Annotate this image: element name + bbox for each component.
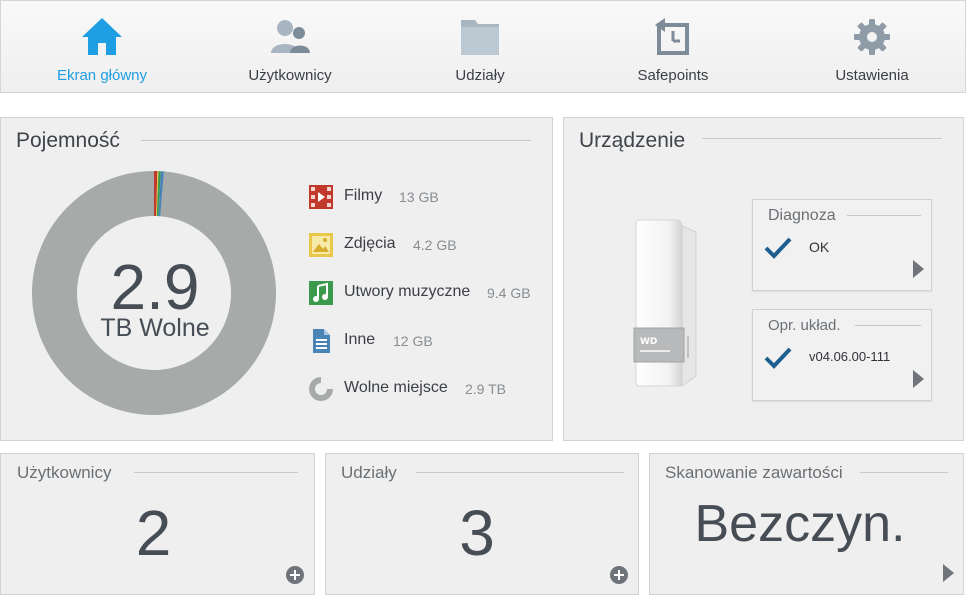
shares-title: Udziały: [341, 463, 397, 482]
users-icon: [271, 20, 310, 53]
device-title: Urządzenie: [579, 129, 686, 152]
check-icon: [764, 347, 792, 369]
legend-value: 13 GB: [399, 189, 439, 205]
content-scan-panel: Skanowanie zawartości Bezczyn.: [649, 453, 964, 595]
capacity-title: Pojemność: [16, 129, 120, 152]
diagnosis-arrow-icon[interactable]: [913, 260, 924, 278]
free-space-icon: [309, 377, 333, 401]
users-count: 2: [135, 497, 172, 569]
firmware-title: Opr. układ.: [768, 317, 841, 334]
scan-title: Skanowanie zawartości: [665, 463, 843, 482]
diagnosis-title: Diagnoza: [768, 207, 836, 224]
add-user-button[interactable]: [286, 566, 304, 584]
nav-item-settings[interactable]: Ustawienia: [777, 1, 967, 94]
device-panel: Urządzenie WD Diagnoza OK Opr. układ. v0…: [563, 117, 964, 441]
nav-item-home[interactable]: Ekran główny: [7, 1, 197, 94]
shares-count: 3: [459, 497, 495, 569]
nav-item-safepoints[interactable]: Safepoints: [578, 1, 768, 94]
document-icon: [313, 329, 330, 353]
check-icon: [764, 237, 792, 259]
nav-item-label: Ustawienia: [835, 67, 909, 84]
nav-item-shares[interactable]: Udziały: [385, 1, 575, 94]
card-divider: [847, 215, 921, 216]
spacer-band: [0, 93, 969, 117]
nas-device-image: WD: [633, 219, 697, 387]
title-divider: [860, 472, 948, 473]
safepoint-icon: [655, 18, 689, 55]
capacity-panel: Pojemność 2.9 TB Wolne Filmy 13 GB Zdjęc…: [0, 117, 553, 441]
nav-item-label: Ekran główny: [56, 67, 148, 84]
legend-name: Utwory muzyczne: [344, 283, 471, 300]
free-space-label: TB Wolne: [100, 314, 210, 342]
scan-status: Bezczyn.: [694, 495, 906, 553]
users-title: Użytkownicy: [17, 463, 112, 482]
nav-item-label: Użytkownicy: [248, 67, 332, 84]
gear-icon: [854, 19, 890, 55]
legend-value: 2.9 TB: [465, 381, 506, 397]
add-share-button[interactable]: [610, 566, 628, 584]
legend-name: Zdjęcia: [344, 235, 396, 252]
free-space-value: 2.9: [110, 251, 200, 323]
legend-value: 4.2 GB: [413, 237, 457, 253]
shares-panel: Udziały 3: [325, 453, 639, 595]
firmware-arrow-icon[interactable]: [913, 370, 924, 388]
card-divider: [855, 325, 921, 326]
legend-name: Inne: [344, 331, 376, 348]
music-icon: [309, 281, 333, 305]
title-divider: [702, 138, 942, 139]
legend-value: 12 GB: [393, 333, 433, 349]
legend-value: 9.4 GB: [487, 285, 531, 301]
scan-arrow-icon[interactable]: [943, 564, 954, 582]
photo-icon: [309, 233, 333, 257]
legend-name: Wolne miejsce: [344, 379, 448, 396]
diagnosis-card[interactable]: Diagnoza OK: [752, 199, 932, 291]
nav-item-label: Udziały: [455, 67, 505, 84]
nav-item-label: Safepoints: [637, 67, 709, 84]
home-icon: [82, 18, 122, 55]
folder-icon: [461, 20, 499, 55]
svg-text:WD: WD: [640, 337, 657, 347]
title-divider: [141, 140, 531, 141]
firmware-card[interactable]: Opr. układ. v04.06.00-111: [752, 309, 932, 401]
diagnosis-status: OK: [809, 239, 830, 255]
users-panel: Użytkownicy 2: [0, 453, 315, 595]
title-divider: [416, 472, 624, 473]
title-divider: [134, 472, 298, 473]
legend-name: Filmy: [344, 187, 383, 204]
top-nav: Ekran główny Użytkownicy Udziały Safepoi…: [0, 0, 966, 93]
nav-item-users[interactable]: Użytkownicy: [195, 1, 385, 94]
firmware-version: v04.06.00-111: [809, 349, 891, 364]
film-icon: [309, 185, 333, 209]
